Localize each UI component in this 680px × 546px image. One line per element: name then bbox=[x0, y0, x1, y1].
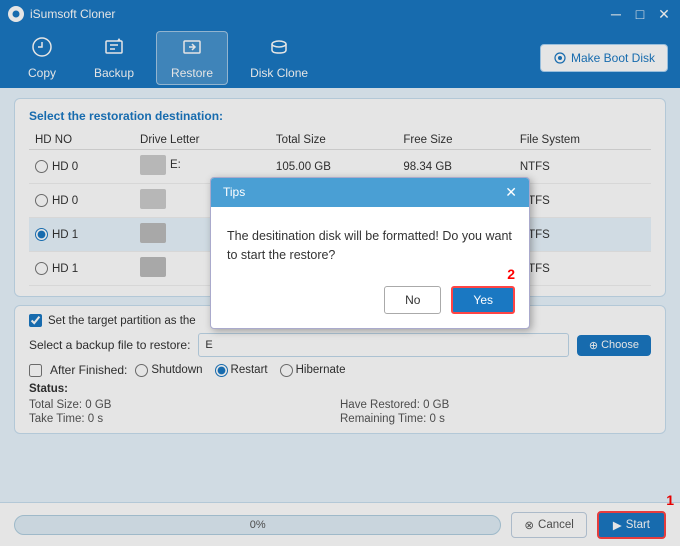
modal-footer: No Yes 2 bbox=[211, 278, 529, 328]
modal-title: Tips bbox=[223, 185, 245, 199]
modal-close-button[interactable]: ✕ bbox=[505, 184, 517, 201]
modal-no-button[interactable]: No bbox=[384, 286, 441, 314]
modal-overlay: Tips ✕ The desitination disk will be for… bbox=[0, 0, 680, 546]
tips-modal: Tips ✕ The desitination disk will be for… bbox=[210, 177, 530, 330]
yes-btn-wrapper: Yes 2 bbox=[451, 286, 515, 314]
modal-yes-button[interactable]: Yes bbox=[451, 286, 515, 314]
modal-header: Tips ✕ bbox=[211, 178, 529, 207]
annotation-label-2: 2 bbox=[507, 266, 515, 282]
modal-message: The desitination disk will be formatted!… bbox=[227, 229, 512, 262]
modal-body: The desitination disk will be formatted!… bbox=[211, 207, 529, 279]
